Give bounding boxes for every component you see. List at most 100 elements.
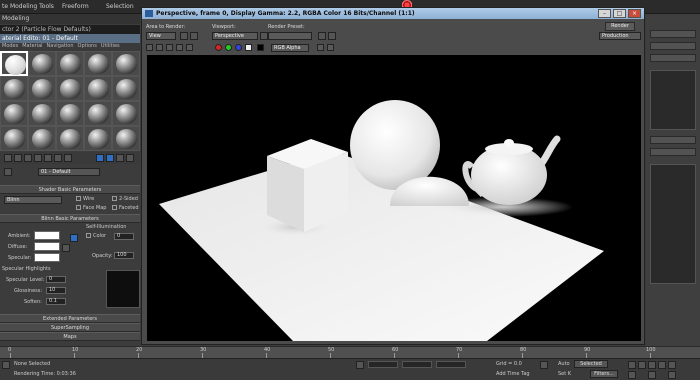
material-slot[interactable] (28, 101, 56, 126)
add-time-tag[interactable]: Add Time Tag (496, 371, 530, 377)
lock-selection-icon[interactable] (356, 361, 364, 369)
blue-channel-icon[interactable] (235, 44, 242, 51)
auto-key-label[interactable]: Auto (558, 361, 570, 367)
pan-icon[interactable] (648, 371, 656, 379)
material-slot[interactable] (84, 76, 112, 101)
render-mode-dropdown[interactable]: Production (599, 32, 641, 40)
material-slot[interactable] (0, 51, 28, 76)
diffuse-map-button[interactable] (62, 244, 70, 252)
show-end-result-icon[interactable] (106, 154, 114, 162)
print-image-icon[interactable] (176, 44, 183, 51)
red-channel-icon[interactable] (215, 44, 222, 51)
set-key-icon[interactable] (540, 361, 548, 369)
show-map-icon[interactable] (96, 154, 104, 162)
material-slot[interactable] (112, 51, 140, 76)
maxscript-listener-icon[interactable] (2, 361, 10, 369)
green-channel-icon[interactable] (225, 44, 232, 51)
opacity-spinner[interactable]: 100 (114, 252, 134, 259)
specular-color-swatch[interactable] (34, 253, 60, 262)
area-to-render-dropdown[interactable]: View (146, 32, 176, 40)
ribbon-modeling-label[interactable]: Modeling (2, 15, 29, 22)
command-panel-field[interactable] (650, 42, 696, 50)
x-coordinate-field[interactable] (368, 361, 398, 368)
orbit-icon[interactable] (668, 371, 676, 379)
material-id-icon[interactable] (64, 154, 72, 162)
menu-navigation[interactable]: Navigation (47, 43, 74, 51)
material-slot[interactable] (84, 126, 112, 151)
material-name-field[interactable]: 01 - Default (38, 168, 100, 176)
render-button[interactable]: Render (605, 22, 635, 31)
go-forward-icon[interactable] (126, 154, 134, 162)
material-slot[interactable] (0, 101, 28, 126)
material-slot[interactable] (28, 51, 56, 76)
key-filters-button[interactable]: Filters... (590, 370, 618, 378)
channel-display-dropdown[interactable]: RGB Alpha (271, 44, 309, 52)
menu-options[interactable]: Options (78, 43, 97, 51)
self-illum-spinner[interactable]: 0 (114, 233, 134, 240)
material-slot[interactable] (56, 51, 84, 76)
self-illum-color-checkbox[interactable]: Color (86, 233, 106, 239)
menu-utilities[interactable]: Utilities (101, 43, 120, 51)
command-panel-field[interactable] (650, 148, 696, 156)
save-image-icon[interactable] (146, 44, 153, 51)
render-setup-icon[interactable] (318, 32, 326, 40)
menu-material[interactable]: Material (22, 43, 42, 51)
supersampling-rollout[interactable]: SuperSampling (0, 323, 140, 332)
ribbon-tab-modeling-tools[interactable]: te Modeling Tools (2, 3, 54, 10)
clear-icon[interactable] (186, 44, 193, 51)
material-slot[interactable] (56, 76, 84, 101)
make-unique-icon[interactable] (44, 154, 52, 162)
lock-viewport-icon[interactable] (260, 32, 268, 40)
modifier-stack[interactable] (650, 70, 696, 130)
y-coordinate-field[interactable] (402, 361, 432, 368)
material-slot[interactable] (84, 101, 112, 126)
material-editor-titlebar[interactable]: aterial Edito: 01 - Default (0, 34, 140, 43)
alpha-channel-icon[interactable] (245, 44, 252, 51)
material-slot[interactable] (56, 126, 84, 151)
command-panel-field[interactable] (650, 136, 696, 144)
material-slot[interactable] (56, 101, 84, 126)
material-slot[interactable] (28, 76, 56, 101)
render-viewport[interactable] (147, 55, 641, 341)
put-to-library-icon[interactable] (54, 154, 62, 162)
maximize-button[interactable]: □ (613, 9, 626, 18)
minimize-button[interactable]: – (598, 9, 611, 18)
ambient-color-swatch[interactable] (34, 231, 60, 240)
material-slot[interactable] (0, 126, 28, 151)
material-slot[interactable] (0, 76, 28, 101)
monochrome-icon[interactable] (257, 44, 264, 51)
face-map-checkbox[interactable]: Face Map (76, 205, 106, 211)
shader-type-dropdown[interactable]: Blinn (4, 196, 62, 204)
faceted-checkbox[interactable]: Faceted (112, 205, 139, 211)
ribbon-tab-freeform[interactable]: Freeform (62, 3, 89, 10)
close-button[interactable]: × (628, 9, 641, 18)
reset-map-icon[interactable] (34, 154, 42, 162)
two-sided-checkbox[interactable]: 2-Sided (112, 196, 138, 202)
lock-ambient-diffuse-icon[interactable] (70, 234, 78, 242)
ribbon-tab-selection[interactable]: Selection (106, 3, 134, 10)
next-frame-icon[interactable] (658, 361, 666, 369)
previous-frame-icon[interactable] (638, 361, 646, 369)
environment-effects-icon[interactable] (328, 32, 336, 40)
spec-level-spinner[interactable]: 0 (46, 276, 66, 283)
toggle-ui-icon[interactable] (317, 44, 324, 51)
material-slot[interactable] (112, 101, 140, 126)
edit-region-icon[interactable] (180, 32, 188, 40)
menu-modes[interactable]: Modes (2, 43, 18, 51)
command-panel-field[interactable] (650, 30, 696, 38)
get-material-icon[interactable] (4, 154, 12, 162)
auto-region-icon[interactable] (190, 32, 198, 40)
material-slot[interactable] (112, 126, 140, 151)
assign-to-selection-icon[interactable] (24, 154, 32, 162)
go-to-end-icon[interactable] (668, 361, 676, 369)
pick-material-icon[interactable] (4, 168, 12, 176)
timeline[interactable]: 0 10 20 30 40 50 60 70 80 90 100 (0, 346, 700, 358)
material-slot[interactable] (112, 76, 140, 101)
copy-image-icon[interactable] (156, 44, 163, 51)
clone-frame-icon[interactable] (166, 44, 173, 51)
maps-rollout[interactable]: Maps (0, 332, 140, 341)
glossiness-spinner[interactable]: 10 (46, 287, 66, 294)
diffuse-color-swatch[interactable] (34, 242, 60, 251)
material-slot[interactable] (84, 51, 112, 76)
play-icon[interactable] (648, 361, 656, 369)
